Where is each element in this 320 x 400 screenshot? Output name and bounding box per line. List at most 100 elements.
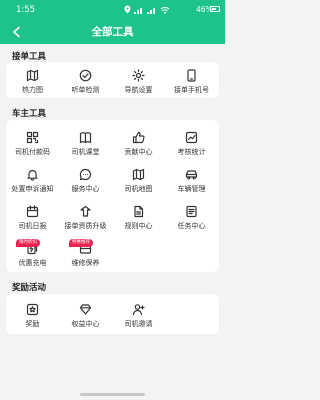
tool-driver-classroom[interactable]: 司机课堂 — [59, 126, 112, 160]
tool-appeal-notice[interactable]: 处置申诉通知 — [6, 163, 59, 197]
wifi-icon — [160, 6, 170, 17]
chat-icon — [79, 168, 92, 180]
document-icon — [134, 205, 144, 217]
tool-label: 维修保养 — [71, 259, 100, 267]
map-icon — [26, 68, 40, 82]
book-icon — [79, 131, 92, 143]
card-driver-tools: 司机付款码 司机课堂 贡献中心 考核统计 处置申诉通知 服务中心 司机地图 车辆… — [6, 120, 219, 272]
tool-driver-map[interactable]: 司机地图 — [112, 163, 165, 197]
tool-heat-map[interactable]: 热力图 — [6, 64, 59, 98]
tool-discount-charging[interactable]: 限时折扣 优惠充电 — [6, 237, 59, 271]
car-icon — [185, 167, 199, 181]
card-order-tools: 热力图 听单检测 导航设置 接单手机号 — [6, 62, 219, 98]
tool-assessment-stats[interactable]: 考核统计 — [165, 126, 218, 160]
calendar-icon — [26, 204, 39, 217]
diamond-icon — [79, 302, 93, 316]
invite-user-icon — [132, 303, 145, 315]
tool-label: 考核统计 — [177, 148, 206, 156]
tool-driver-invite[interactable]: 司机邀请 — [112, 298, 165, 332]
tool-payment-code[interactable]: 司机付款码 — [6, 126, 59, 160]
tool-label: 司机日报 — [18, 222, 47, 230]
tool-label: 规则中心 — [124, 222, 153, 230]
tool-rules-center[interactable]: 规则中心 — [112, 200, 165, 234]
page-title: 全部工具 — [91, 26, 134, 38]
signal-icon — [134, 6, 144, 17]
tool-label: 服务中心 — [71, 185, 100, 193]
tool-order-phone[interactable]: 接单手机号 — [165, 64, 218, 98]
home-indicator — [80, 393, 145, 396]
trend-chart-icon — [185, 130, 199, 144]
calendar-icon — [26, 204, 40, 218]
tool-service-center[interactable]: 服务中心 — [59, 163, 112, 197]
tool-label: 司机付款码 — [15, 148, 50, 156]
app-header: 1:55 46% 全部工具 — [0, 0, 225, 44]
map-icon — [26, 69, 39, 81]
tool-label: 司机课堂 — [71, 148, 100, 156]
status-bar: 1:55 46% — [0, 0, 225, 20]
tool-label: 权益中心 — [71, 320, 100, 328]
tool-benefits-center[interactable]: 权益中心 — [59, 298, 112, 332]
book-icon — [79, 130, 93, 144]
upgrade-icon — [79, 204, 93, 218]
thumbs-up-icon — [132, 131, 145, 143]
status-icons — [124, 5, 170, 17]
gear-icon — [132, 68, 146, 82]
chat-icon — [79, 167, 93, 181]
tool-label: 任务中心 — [177, 222, 206, 230]
tool-label: 优惠充电 — [18, 259, 47, 267]
invite-user-icon — [132, 302, 146, 316]
phone-icon — [187, 68, 196, 82]
status-time: 1:55 — [16, 5, 36, 15]
tool-label: 热力图 — [22, 86, 43, 94]
qr-code-icon — [26, 131, 39, 143]
task-list-icon — [186, 205, 197, 217]
tool-daily-report[interactable]: 司机日报 — [6, 200, 59, 234]
tool-label: 奖励 — [25, 320, 40, 328]
tool-label: 司机邀请 — [124, 320, 153, 328]
section-title-order-tools: 接单工具 — [12, 52, 47, 62]
tool-label: 贡献中心 — [124, 148, 153, 156]
tool-task-center[interactable]: 任务中心 — [165, 200, 218, 234]
car-icon — [185, 169, 198, 179]
promo-badge: 限时折扣 — [16, 239, 40, 247]
location-icon — [124, 5, 131, 17]
check-circle-icon — [79, 68, 93, 82]
tool-contribution-center[interactable]: 贡献中心 — [112, 126, 165, 160]
diamond-icon — [79, 303, 92, 315]
card-reward-activities: 奖励 权益中心 司机邀请 — [6, 294, 219, 334]
tool-label: 接单手机号 — [174, 86, 209, 94]
notification-icon — [27, 169, 38, 181]
section-title-reward-activities: 奖励活动 — [12, 283, 47, 293]
tool-label: 车辆管理 — [177, 185, 206, 193]
tool-label: 接单资质升级 — [64, 222, 107, 230]
check-circle-icon — [79, 69, 92, 81]
gear-icon — [132, 68, 145, 82]
trend-chart-icon — [185, 131, 198, 143]
tool-label: 处置申诉通知 — [11, 185, 54, 193]
document-icon — [132, 204, 146, 218]
thumbs-up-icon — [132, 130, 146, 144]
section-title-driver-tools: 车主工具 — [12, 109, 47, 119]
tool-vehicle-management[interactable]: 车辆管理 — [165, 163, 218, 197]
battery-icon — [210, 6, 220, 12]
promo-badge: 特惠推荐 — [69, 239, 93, 247]
reward-icon — [26, 303, 39, 315]
notification-icon — [26, 167, 40, 181]
phone-icon — [185, 68, 199, 82]
tool-reward[interactable]: 奖励 — [6, 298, 59, 332]
task-list-icon — [185, 204, 199, 218]
qr-code-icon — [26, 130, 40, 144]
tool-maintenance[interactable]: 特惠推荐 维修保养 — [59, 237, 112, 271]
tool-qualification-upgrade[interactable]: 接单资质升级 — [59, 200, 112, 234]
upgrade-icon — [80, 205, 91, 217]
signal-icon — [147, 6, 157, 17]
map-icon — [132, 167, 146, 181]
tool-label: 导航设置 — [124, 86, 153, 94]
tool-label: 司机地图 — [124, 185, 153, 193]
map-icon — [132, 168, 145, 180]
tool-order-check[interactable]: 听单检测 — [59, 64, 112, 98]
nav-bar: 全部工具 — [0, 20, 225, 44]
tool-label: 听单检测 — [71, 86, 100, 94]
reward-icon — [26, 302, 40, 316]
tool-navigation-settings[interactable]: 导航设置 — [112, 64, 165, 98]
